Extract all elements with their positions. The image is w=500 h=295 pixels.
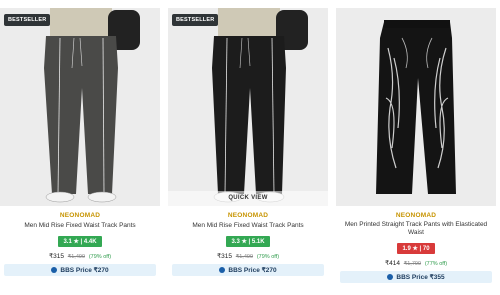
product-grid: BESTSELLER NEONOMAD Men Mid Rise Fixed W… [0, 0, 500, 295]
mrp-price: ₹1,799 [403, 261, 422, 267]
price-row: ₹315 ₹1,499 (79% off) [168, 252, 328, 260]
bestseller-badge: BESTSELLER [172, 14, 219, 26]
product-card[interactable]: BESTSELLER QUICK VIEW NEONOMAD Men Mid R… [168, 8, 328, 295]
product-info[interactable]: NEONOMAD Men Mid Rise Fixed Waist Track … [168, 212, 328, 276]
brand-name: NEONOMAD [59, 212, 101, 219]
mrp-price: ₹1,499 [67, 254, 86, 260]
bbs-price-bar: BBS Price ₹270 [172, 264, 324, 276]
rating-badge: 3.1 ★ | 4.4K [58, 236, 102, 247]
product-title[interactable]: Men Mid Rise Fixed Waist Track Pants [0, 222, 160, 230]
quick-view-button[interactable]: QUICK VIEW [168, 191, 328, 206]
brand-name: NEONOMAD [227, 212, 269, 219]
product-image[interactable]: BESTSELLER QUICK VIEW [168, 8, 328, 206]
brand-name: NEONOMAD [395, 212, 437, 219]
sale-price: ₹315 [48, 253, 64, 260]
product-photo-printed-track-pants [336, 8, 496, 206]
product-image[interactable] [336, 8, 496, 206]
mrp-price: ₹1,499 [235, 254, 254, 260]
bbs-coin-icon [51, 267, 58, 273]
price-row: ₹315 ₹1,499 (79% off) [0, 252, 160, 260]
product-card[interactable]: NEONOMAD Men Printed Straight Track Pant… [336, 8, 496, 295]
discount-text: (77% off) [424, 261, 448, 267]
product-title[interactable]: Men Mid Rise Fixed Waist Track Pants [168, 222, 328, 230]
bbs-coin-icon [387, 274, 394, 280]
discount-text: (79% off) [256, 254, 280, 260]
product-info[interactable]: NEONOMAD Men Mid Rise Fixed Waist Track … [0, 212, 160, 276]
bbs-price-label: BBS Price ₹270 [60, 267, 109, 274]
bbs-price-bar: BBS Price ₹355 [340, 271, 492, 283]
discount-text: (79% off) [88, 254, 112, 260]
product-photo-grey-track-pants [0, 8, 160, 206]
sale-price: ₹414 [384, 260, 400, 267]
bbs-price-label: BBS Price ₹270 [228, 267, 277, 274]
product-image[interactable]: BESTSELLER [0, 8, 160, 206]
bestseller-badge: BESTSELLER [4, 14, 51, 26]
bbs-coin-icon [219, 267, 226, 273]
price-row: ₹414 ₹1,799 (77% off) [336, 259, 496, 267]
sale-price: ₹315 [216, 253, 232, 260]
product-photo-black-track-pants [168, 8, 328, 206]
product-info[interactable]: NEONOMAD Men Printed Straight Track Pant… [336, 212, 496, 283]
product-card[interactable]: BESTSELLER NEONOMAD Men Mid Rise Fixed W… [0, 8, 160, 295]
rating-badge: 3.3 ★ | 5.1K [226, 236, 270, 247]
product-title[interactable]: Men Printed Straight Track Pants with El… [336, 221, 496, 237]
rating-badge: 1.9 ★ | 70 [397, 243, 435, 254]
bbs-price-bar: BBS Price ₹270 [4, 264, 156, 276]
bbs-price-label: BBS Price ₹355 [396, 274, 445, 281]
